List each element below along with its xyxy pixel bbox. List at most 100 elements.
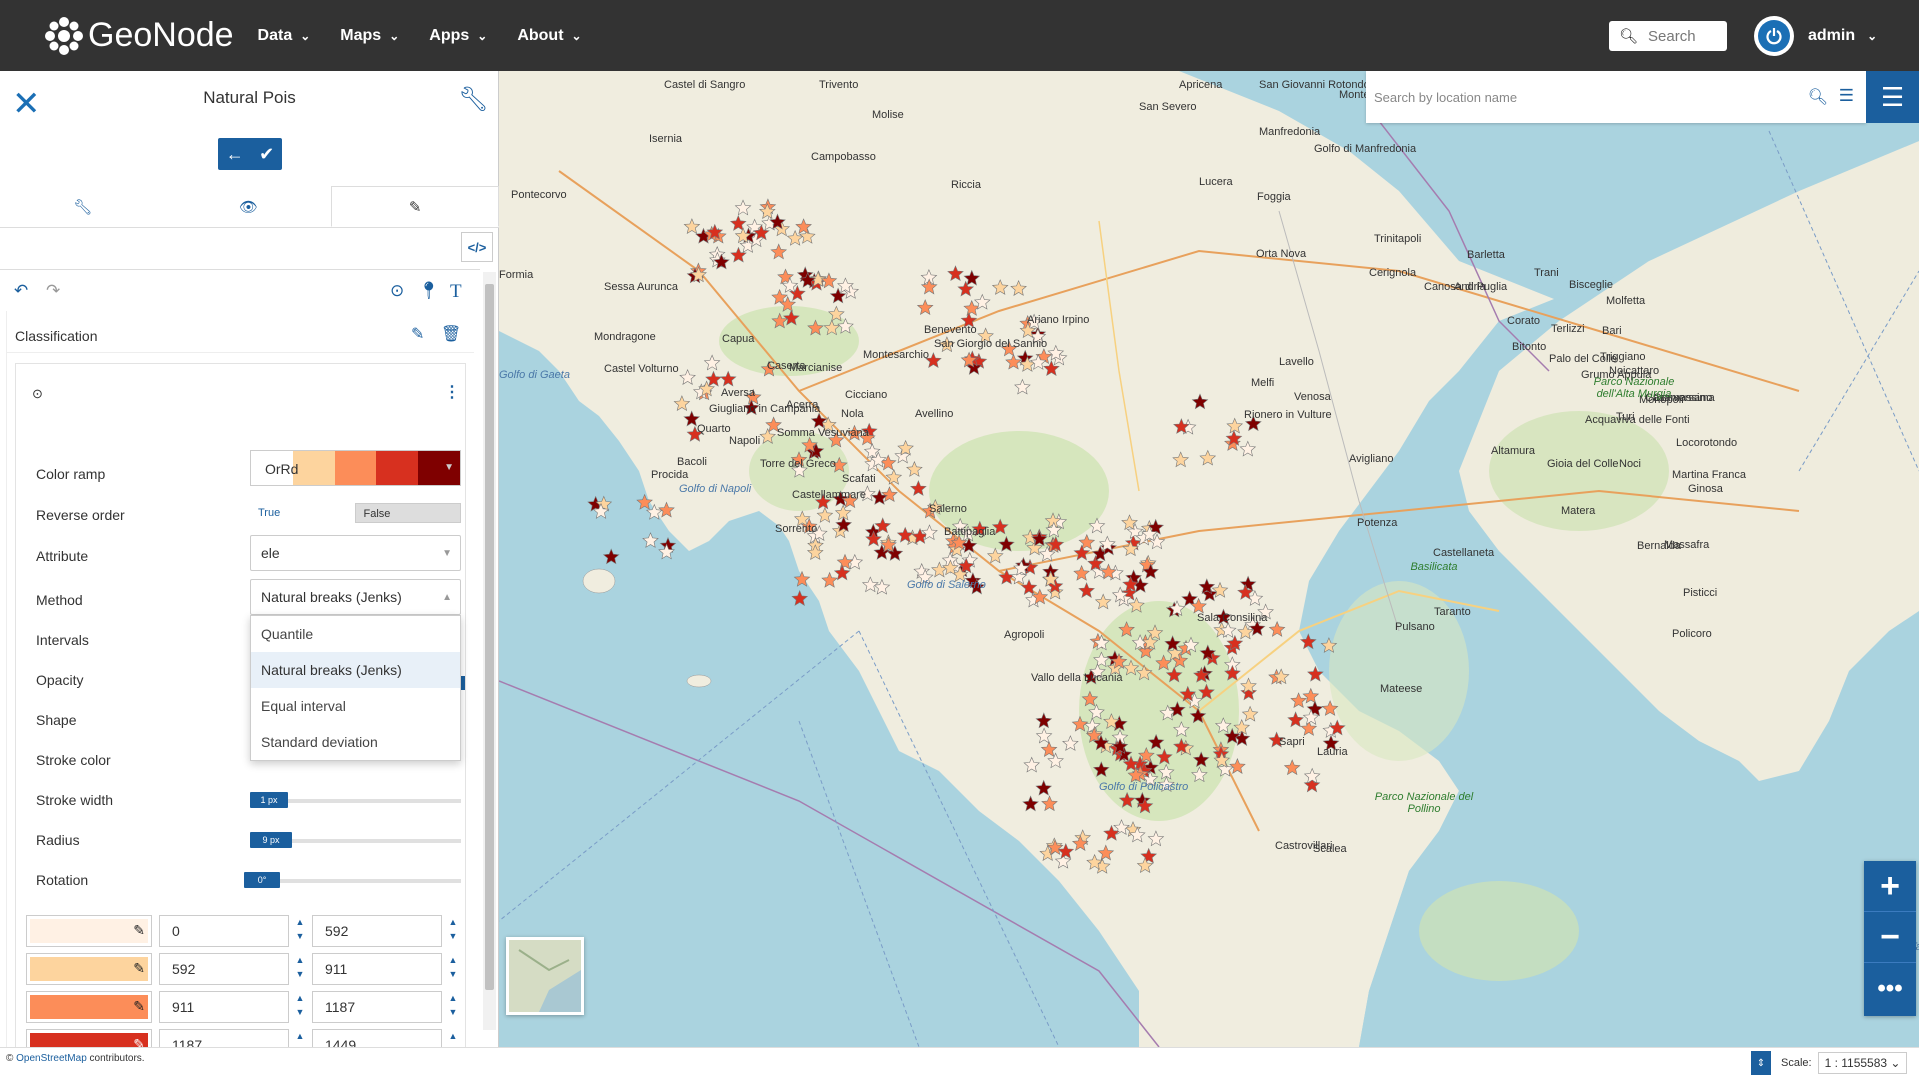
minimap-preview <box>509 940 581 1012</box>
more-options-icon[interactable]: ⋮ <box>444 382 460 402</box>
rotation-handle[interactable]: 0° <box>244 872 280 888</box>
add-mark-icon[interactable]: ⊙ <box>390 281 404 301</box>
reverse-false-option[interactable]: False <box>354 503 461 523</box>
nav-about[interactable]: About ⌄ <box>517 27 581 45</box>
method-option-std-dev[interactable]: Standard deviation <box>251 724 460 760</box>
eyedropper-icon[interactable]: ✎ <box>133 998 145 1015</box>
map-place-label: Lavello <box>1279 356 1314 368</box>
stroke-width-slider[interactable]: 1 px <box>250 792 461 808</box>
tab-settings[interactable]: 🔧︎ <box>0 186 166 227</box>
map-place-label: Procida <box>651 469 689 481</box>
classification-card: ⊙ ⋮ Color ramp OrRd ▼ Reverse order True… <box>15 363 466 1063</box>
tab-display[interactable]: 👁︎ <box>166 186 332 227</box>
stroke-width-handle[interactable]: 1 px <box>250 792 288 808</box>
class-min-spinner[interactable]: ▲▼ <box>290 915 310 947</box>
class-min-input[interactable]: 592 <box>159 953 289 985</box>
back-arrow-icon[interactable]: ← <box>226 144 244 165</box>
intervals-label: Intervals <box>36 632 89 648</box>
edit-icon[interactable]: ✎ <box>411 324 424 344</box>
location-search-input[interactable]: Search by location name 🔍︎ ☰ <box>1366 71 1866 123</box>
class-max-input[interactable]: 592 <box>312 915 442 947</box>
method-option-quantile[interactable]: Quantile <box>251 616 460 652</box>
rotation-slider[interactable]: 0° <box>244 872 461 888</box>
class-color-swatch[interactable]: ✎ <box>26 915 152 947</box>
class-min-spinner[interactable]: ▲▼ <box>290 953 310 985</box>
map-place-label: Terlizzi <box>1551 323 1585 335</box>
zoom-in-button[interactable]: + <box>1864 861 1916 912</box>
scale-toggle-icon[interactable]: ⇕ <box>1751 1051 1771 1075</box>
map-place-label: Vallo della Lucania <box>1031 672 1123 684</box>
shape-label: Shape <box>36 712 77 728</box>
eyedropper-icon[interactable]: ✎ <box>133 960 145 977</box>
osm-attribution-link[interactable]: OpenStreetMap <box>16 1053 87 1064</box>
map-canvas[interactable]: Castel di Sangro Trivento Molise Apricena Sa… <box>499 71 1919 1047</box>
nav-apps[interactable]: Apps ⌄ <box>429 27 487 45</box>
minus-icon: − <box>1880 917 1900 956</box>
class-max-spinner[interactable]: ▲▼ <box>443 953 463 985</box>
header-search-input[interactable]: 🔍︎ Search <box>1609 21 1727 51</box>
class-min-input[interactable]: 0 <box>159 915 289 947</box>
poi-star-marker[interactable] <box>602 548 620 565</box>
ellipsis-icon: ••• <box>1877 974 1903 1002</box>
class-max-spinner[interactable]: ▲▼ <box>443 991 463 1023</box>
opacity-label: Opacity <box>36 672 84 688</box>
map-place-label: Trani <box>1534 267 1559 279</box>
map-place-label: Pulsano <box>1395 621 1435 633</box>
check-icon[interactable]: ✔ <box>259 144 274 165</box>
sea-label: Golfo di Salerno <box>907 579 986 591</box>
poi-star-marker[interactable] <box>642 532 659 548</box>
panel-scrollbar[interactable] <box>483 272 496 1030</box>
color-ramp-select[interactable]: OrRd ▼ <box>250 450 461 486</box>
nav-maps[interactable]: Maps ⌄ <box>340 27 399 45</box>
class-color-swatch[interactable]: ✎ <box>26 991 152 1023</box>
method-option-jenks[interactable]: Natural breaks (Jenks) <box>251 652 460 688</box>
list-icon[interactable]: ☰ <box>1839 86 1854 106</box>
undo-icon[interactable]: ↶ <box>14 281 28 301</box>
scale-control: ⇕ Scale: 1 : 1155583 ⌄ <box>1751 1051 1908 1075</box>
user-menu[interactable]: admin ⌄ <box>1754 16 1877 56</box>
poi-star-marker[interactable] <box>791 590 809 606</box>
search-icon[interactable]: 🔍︎ <box>1808 87 1828 107</box>
class-min-input[interactable]: 911 <box>159 991 289 1023</box>
class-min-spinner[interactable]: ▲▼ <box>290 991 310 1023</box>
tab-style[interactable]: ✎ <box>331 186 500 227</box>
map-place-label: Sorrento <box>775 523 818 535</box>
opacity-slider-handle[interactable] <box>461 676 465 690</box>
background-selector-thumbnail[interactable] <box>506 937 584 1015</box>
add-text-icon[interactable]: T <box>450 281 462 303</box>
method-option-equal-interval[interactable]: Equal interval <box>251 688 460 724</box>
radius-slider[interactable]: 9 px <box>250 832 461 848</box>
map-place-label: Barletta <box>1467 249 1505 261</box>
class-color-swatch[interactable]: ✎ <box>26 953 152 985</box>
map-place-label: Bernalda <box>1637 540 1682 552</box>
code-view-button[interactable]: </> <box>461 232 493 262</box>
wrench-icon[interactable]: 🔧︎ <box>458 85 488 114</box>
attribution-text: contributors. <box>86 1053 145 1064</box>
class-max-input[interactable]: 911 <box>312 953 442 985</box>
class-max-spinner[interactable]: ▲▼ <box>443 915 463 947</box>
redo-icon[interactable]: ↷ <box>46 281 60 301</box>
attribute-select[interactable]: ele ▼ <box>250 535 461 571</box>
reverse-true-option[interactable]: True <box>250 503 355 523</box>
section-title: Classification <box>15 328 98 344</box>
panel-tabs: 🔧︎ 👁︎ ✎ <box>0 186 500 228</box>
class-max-input[interactable]: 1187 <box>312 991 442 1023</box>
map-place-label: Turi <box>1616 411 1635 423</box>
method-select[interactable]: Natural breaks (Jenks) ▲ <box>250 579 461 615</box>
code-icon: </> <box>467 239 487 255</box>
eyedropper-icon[interactable]: ✎ <box>133 922 145 939</box>
trash-icon[interactable]: 🗑︎ <box>441 324 461 344</box>
radius-handle[interactable]: 9 px <box>250 832 292 848</box>
geonode-logo[interactable]: GeoNode <box>44 16 234 56</box>
scale-select[interactable]: 1 : 1155583 ⌄ <box>1817 1052 1908 1074</box>
map-place-label: Cicciano <box>845 389 888 401</box>
scrollbar-thumb[interactable] <box>485 284 494 990</box>
map-place-label: Quarto <box>697 423 731 435</box>
more-tools-button[interactable]: ••• <box>1864 963 1916 1014</box>
map-place-label: Martina Franca <box>1672 469 1746 481</box>
map-place-label: Avellino <box>915 408 954 420</box>
add-icon-symbol-icon[interactable]: 📍︎ <box>418 281 440 301</box>
nav-data[interactable]: Data ⌄ <box>258 27 311 45</box>
map-menu-button[interactable]: ☰ <box>1866 71 1919 123</box>
zoom-out-button[interactable]: − <box>1864 912 1916 963</box>
